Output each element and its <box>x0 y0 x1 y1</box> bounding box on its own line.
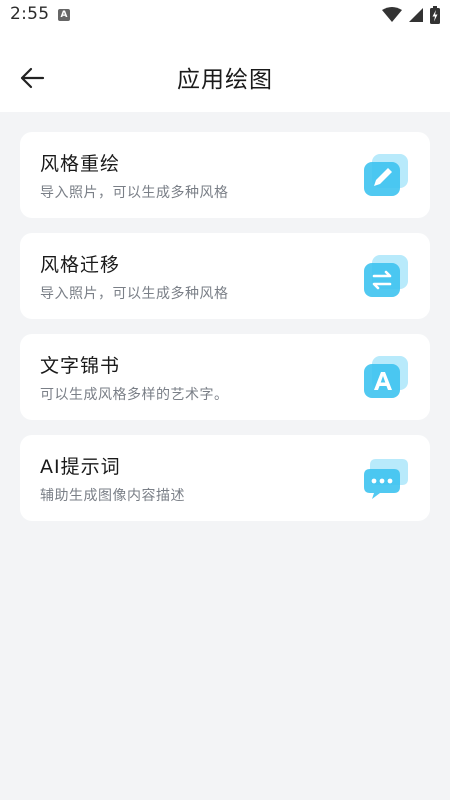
card-title: 风格重绘 <box>40 153 121 175</box>
card-subtitle: 辅助生成图像内容描述 <box>40 488 185 504</box>
app-notification-icon: A <box>58 9 70 21</box>
card-style-transfer[interactable]: 风格迁移 导入照片，可以生成多种风格 <box>20 233 430 319</box>
card-subtitle: 导入照片，可以生成多种风格 <box>40 286 229 302</box>
page-title: 应用绘图 <box>177 67 273 93</box>
card-subtitle: 导入照片，可以生成多种风格 <box>40 185 229 201</box>
chat-bubble-icon <box>364 459 408 499</box>
wifi-icon <box>382 7 402 22</box>
card-subtitle: 可以生成风格多样的艺术字。 <box>40 387 229 403</box>
main-content: 风格重绘 导入照片，可以生成多种风格 风格迁移 导入照片，可以生成多种风格 文字… <box>0 112 450 800</box>
battery-charging-icon <box>430 6 440 24</box>
status-time: 2:55 <box>10 4 50 24</box>
letter-a-icon <box>364 356 408 398</box>
pen-edit-icon <box>364 154 408 196</box>
cellular-signal-icon <box>409 8 423 22</box>
card-title: AI提示词 <box>40 456 121 478</box>
card-style-redraw[interactable]: 风格重绘 导入照片，可以生成多种风格 <box>20 132 430 218</box>
status-indicators <box>382 6 440 24</box>
status-bar: 2:55 A <box>0 0 450 32</box>
card-ai-prompt[interactable]: AI提示词 辅助生成图像内容描述 <box>20 435 430 521</box>
card-title: 文字锦书 <box>40 355 121 377</box>
card-text-art[interactable]: 文字锦书 可以生成风格多样的艺术字。 <box>20 334 430 420</box>
card-title: 风格迁移 <box>40 254 121 276</box>
app-header: 应用绘图 <box>0 32 450 112</box>
swap-arrows-icon <box>364 255 408 297</box>
